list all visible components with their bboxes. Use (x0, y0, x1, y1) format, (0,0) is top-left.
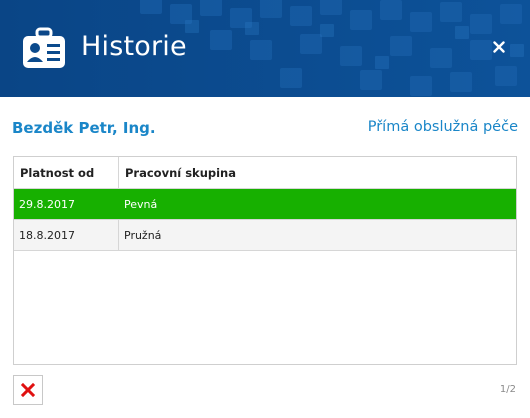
person-name: Bezděk Petr, Ing. (12, 119, 156, 137)
table-row[interactable]: 29.8.2017 Pevná (14, 189, 516, 220)
care-type-label: Přímá obslužná péče (367, 119, 518, 135)
cell-pracovni-skupina: Pružná (124, 229, 162, 242)
table-row[interactable]: 18.8.2017 Pružná (14, 220, 516, 251)
page-indicator: 1/2 (499, 384, 516, 395)
red-x-icon (21, 383, 35, 397)
close-icon (493, 41, 505, 53)
cell-platnost-od: 18.8.2017 (14, 220, 119, 250)
history-table: Platnost od Pracovní skupina 29.8.2017 P… (13, 156, 517, 365)
column-header-pracovni-skupina[interactable]: Pracovní skupina (119, 157, 516, 188)
column-header-platnost-od[interactable]: Platnost od (14, 157, 119, 188)
dialog-header: Historie (0, 0, 530, 97)
cell-platnost-od: 29.8.2017 (14, 189, 119, 219)
header-background-pattern (0, 0, 530, 97)
dialog-title: Historie (81, 31, 187, 62)
close-button[interactable] (488, 36, 510, 58)
table-header: Platnost od Pracovní skupina (14, 157, 516, 189)
cancel-button[interactable] (13, 375, 43, 405)
id-card-icon (23, 27, 65, 68)
cell-pracovni-skupina: Pevná (124, 198, 158, 211)
